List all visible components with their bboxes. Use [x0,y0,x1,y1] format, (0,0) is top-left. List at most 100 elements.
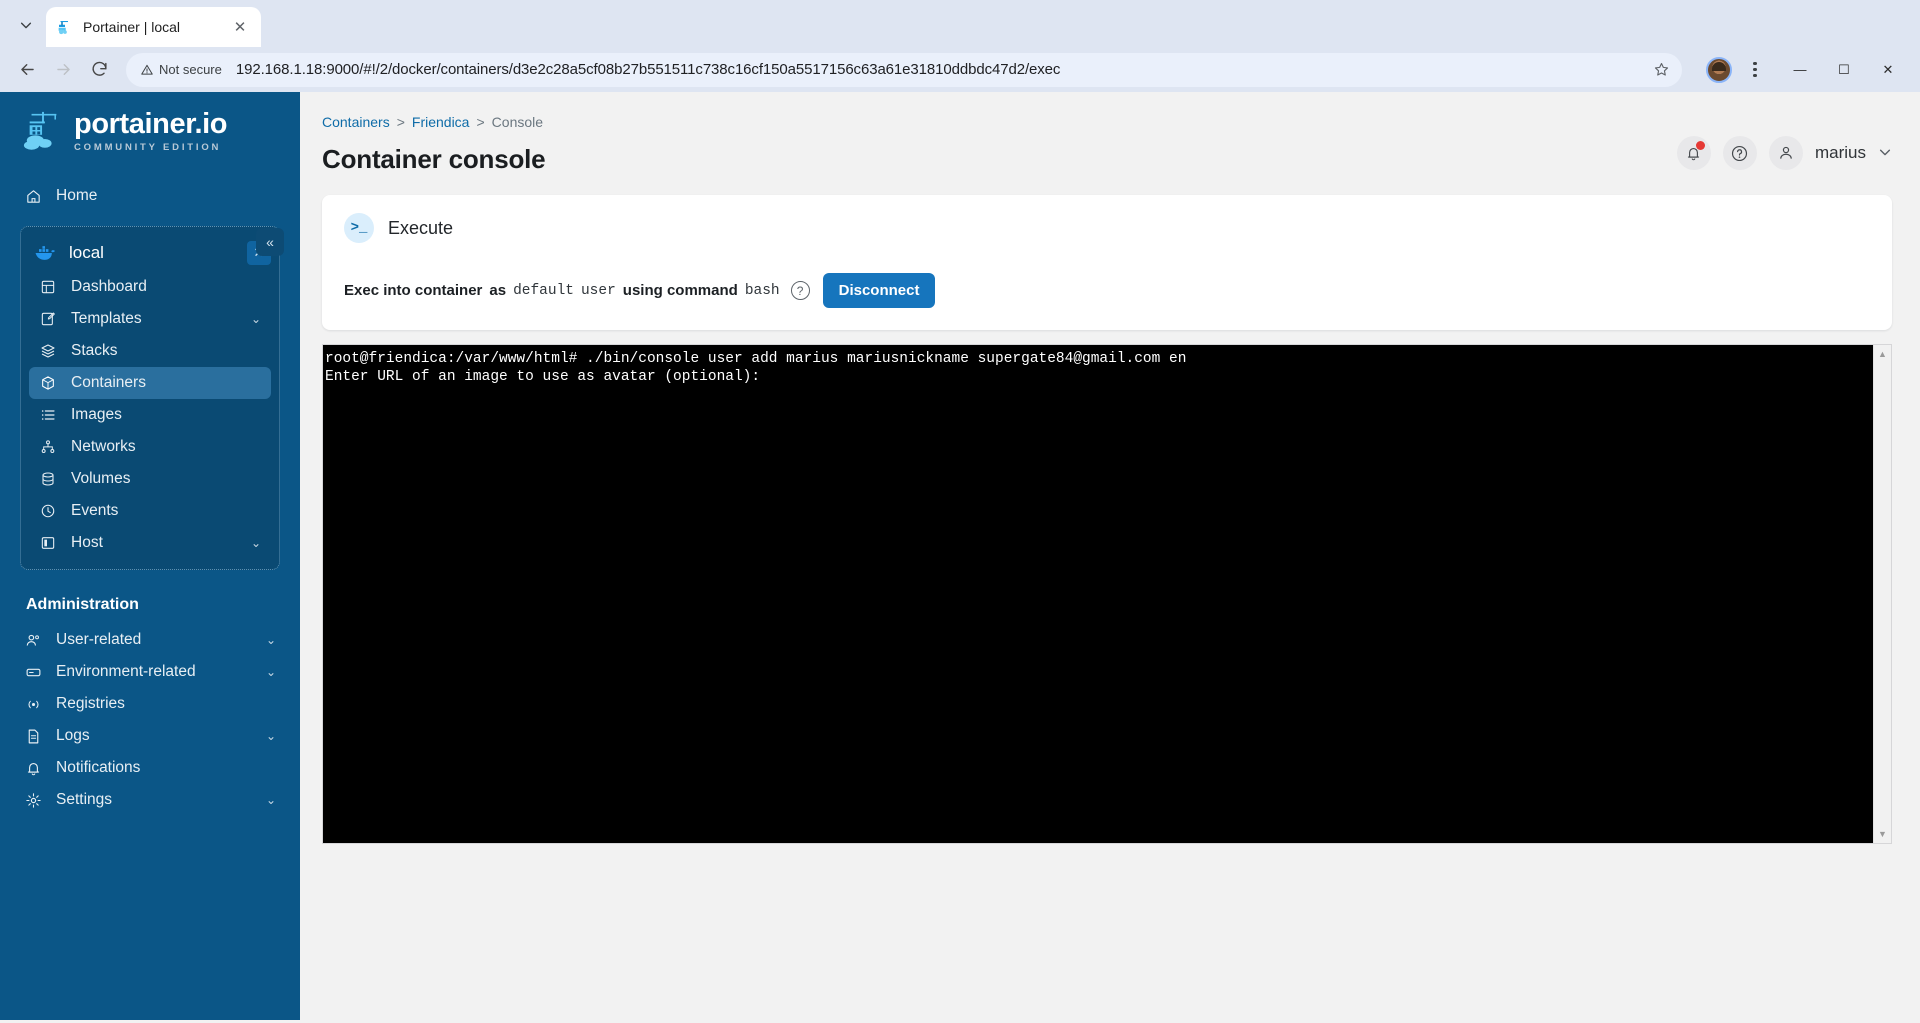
main-content: Containers > Friendica > Console Contain… [300,92,1920,1020]
kebab-menu-icon[interactable] [1740,55,1770,85]
chevron-down-icon [20,22,32,29]
sidebar-item-templates[interactable]: Templates ⌄ [29,303,271,335]
terminal-line: Enter URL of an image to use as avatar (… [325,368,761,385]
address-bar[interactable]: Not secure 192.168.1.18:9000/#!/2/docker… [126,52,1682,87]
sidebar-item-logs[interactable]: Logs ⌄ [14,720,286,752]
volumes-icon [39,470,57,488]
warning-triangle-icon [141,64,153,75]
exec-text-using-command: using command [622,282,738,299]
notifications-button[interactable] [1676,136,1711,170]
sidebar-item-label: Home [56,187,98,204]
containers-icon [39,374,57,392]
exec-text-part1: Exec into container [344,282,483,299]
close-icon[interactable]: ✕ [229,16,251,38]
logo-title: portainer.io [74,107,228,140]
sidebar-item-label: Environment-related [56,663,196,680]
sidebar-item-label: Notifications [56,759,141,776]
sidebar-item-dashboard[interactable]: Dashboard [29,271,271,303]
sidebar-item-events[interactable]: Events [29,495,271,527]
portainer-logo[interactable]: portainer.io COMMUNITY EDITION [0,92,300,170]
arrow-right-icon [56,64,70,75]
scroll-down-icon[interactable]: ▼ [1878,829,1887,839]
sidebar-item-label: Images [71,406,122,423]
home-icon [24,187,42,205]
chevron-down-icon: ⌄ [265,729,276,743]
terminal-panel[interactable]: root@friendica:/var/www/html# ./bin/cons… [322,344,1892,844]
sidebar-item-stacks[interactable]: Stacks [29,335,271,367]
window-controls: — ☐ ✕ [1778,54,1910,86]
gear-icon [24,791,42,809]
breadcrumb-separator: > [476,114,485,130]
sidebar-item-networks[interactable]: Networks [29,431,271,463]
app-shell: portainer.io COMMUNITY EDITION « Home lo… [0,92,1920,1020]
window-maximize-button[interactable]: ☐ [1822,54,1866,86]
networks-icon [39,438,57,456]
disconnect-button[interactable]: Disconnect [822,273,936,308]
terminal-scrollbar[interactable]: ▲ ▼ [1873,345,1891,843]
arrow-left-icon [20,64,34,75]
browser-tab[interactable]: Portainer | local ✕ [46,7,261,47]
browser-toolbar: Not secure 192.168.1.18:9000/#!/2/docker… [0,47,1920,92]
sidebar-item-label: Networks [71,438,136,455]
tab-search-button[interactable] [6,7,46,43]
sidebar-item-volumes[interactable]: Volumes [29,463,271,495]
chevron-down-icon[interactable] [1878,145,1892,162]
back-button[interactable] [10,53,44,87]
events-clock-icon [39,502,57,520]
sidebar-item-registries[interactable]: Registries [14,688,286,720]
registries-icon [24,695,42,713]
environment-header[interactable]: local ✕ [21,235,279,271]
portainer-crane-logo [22,108,64,154]
header-actions: marius [1676,114,1892,170]
breadcrumb-item-containers[interactable]: Containers [322,114,390,130]
security-status[interactable]: Not secure [140,62,222,77]
person-icon [1780,146,1792,159]
help-circle-icon [1732,145,1748,161]
user-name[interactable]: marius [1815,143,1866,163]
sidebar-item-host[interactable]: Host ⌄ [29,527,271,559]
notification-badge [1695,141,1705,150]
templates-icon [39,310,57,328]
sidebar-item-environment-related[interactable]: Environment-related ⌄ [14,656,286,688]
execute-card: >_ Execute Exec into container as defaul… [322,195,1892,330]
exec-text-user: user [580,282,616,299]
sidebar-item-notifications[interactable]: Notifications [14,752,286,784]
sidebar-item-settings[interactable]: Settings ⌄ [14,784,286,816]
chevron-down-icon: ⌄ [265,665,276,679]
breadcrumb-item-friendica[interactable]: Friendica [412,114,470,130]
window-minimize-button[interactable]: — [1778,54,1822,86]
reload-icon [91,61,107,76]
help-circle-icon[interactable]: ? [790,281,810,300]
reload-button[interactable] [82,53,116,87]
sidebar-item-user-related[interactable]: User-related ⌄ [14,624,286,656]
execute-card-title: Execute [388,217,454,238]
profile-avatar[interactable] [1706,56,1732,83]
tab-title: Portainer | local [83,19,181,35]
user-avatar-button[interactable] [1768,136,1803,170]
page-title: Container console [322,144,546,174]
users-icon [24,631,42,649]
browser-chrome: Portainer | local ✕ Not secure 192.168.1… [0,0,1920,92]
url-text[interactable]: 192.168.1.18:9000/#!/2/docker/containers… [236,61,1646,78]
environment-icon [24,663,42,681]
portainer-favicon [56,18,74,36]
scroll-up-icon[interactable]: ▲ [1878,349,1887,359]
sidebar-item-label: Registries [56,695,125,712]
breadcrumb-item-console: Console [491,114,544,130]
host-icon [39,534,57,552]
chevron-down-icon: ⌄ [250,312,261,326]
environment-block: local ✕ Dashboard Templates ⌄ [20,226,280,570]
help-button[interactable] [1722,136,1757,170]
chevron-down-icon: ⌄ [265,793,276,807]
sidebar-item-home[interactable]: Home [14,180,286,212]
terminal-prompt-icon: >_ [344,213,374,243]
exec-command: bash [744,282,780,299]
sidebar-item-containers[interactable]: Containers [29,367,271,399]
exec-description-row: Exec into container as default user usin… [344,273,1870,308]
terminal-output[interactable]: root@friendica:/var/www/html# ./bin/cons… [323,345,1873,843]
star-icon[interactable] [1646,55,1676,85]
sidebar-collapse-button[interactable]: « [256,228,284,256]
forward-button[interactable] [46,53,80,87]
sidebar-item-images[interactable]: Images [29,399,271,431]
window-close-button[interactable]: ✕ [1866,54,1910,86]
